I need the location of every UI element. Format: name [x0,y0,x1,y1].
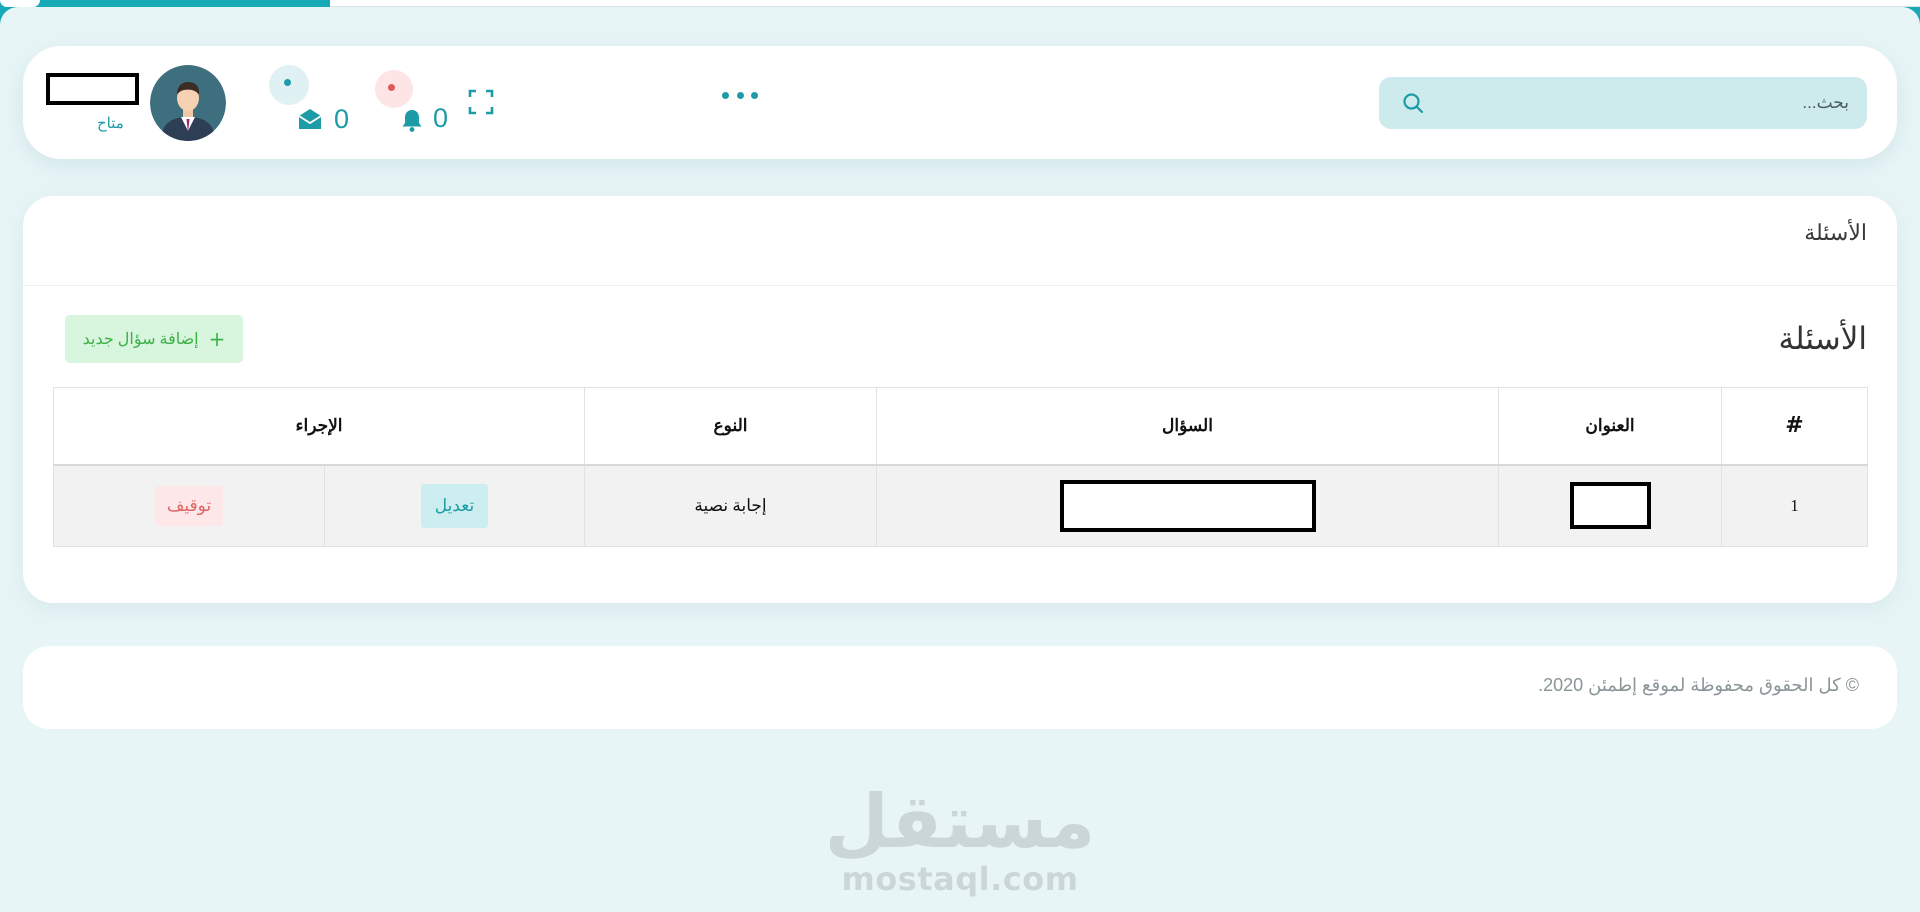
corner-decoration [0,0,40,7]
breadcrumb: الأسئلة [1804,220,1867,245]
browser-top-strip [330,0,1920,7]
cell-title [1498,464,1722,547]
cell-type: إجابة نصية [584,464,877,547]
app-frame: 0 0 متاح الأسئلة [0,7,1920,912]
avatar-image [150,65,226,141]
cell-edit: تعديل [324,464,585,547]
messages-count: 0 [334,104,350,134]
question-redacted [1059,479,1316,532]
footer: © كل الحقوق محفوظة لموقع إطمئن 2020. [23,646,1897,729]
title-redacted [1569,482,1651,530]
watermark-arabic: مستقل [824,779,1096,865]
page-title: الأسئلة [1778,321,1867,356]
search-box [1379,77,1867,129]
search-icon[interactable] [1401,91,1425,115]
more-icon[interactable] [716,84,764,106]
questions-table: # العنوان السؤال النوع الإجراء 1 إجابة ن… [53,387,1868,547]
top-header: 0 0 متاح [23,46,1897,159]
cell-stop: توقيف [53,464,325,547]
avatar[interactable] [150,65,226,141]
notifications-button[interactable]: 0 [349,65,454,133]
user-status: متاح [97,116,124,132]
mail-icon [298,109,322,129]
cell-question [876,464,1499,547]
plus-icon: + [208,327,226,351]
add-question-button[interactable]: + إضافة سؤال جديد [65,315,243,363]
notifications-count: 0 [433,103,449,133]
stop-button[interactable]: توقيف [154,485,224,526]
watermark-latin: mostaql.com [841,860,1079,898]
search-input[interactable] [1429,77,1849,129]
questions-card: الأسئلة الأسئلة + إضافة سؤال جديد # العن… [23,196,1897,603]
table-row: 1 إجابة نصية تعديل توقيف [53,464,1868,547]
divider [23,285,1897,286]
messages-button[interactable]: 0 [245,60,355,134]
copyright-text: © كل الحقوق محفوظة لموقع إطمئن 2020. [1538,675,1859,695]
fullscreen-icon[interactable] [468,89,494,115]
messages-dot [284,79,291,86]
mostaql-watermark: مستقل mostaql.com [820,782,1100,902]
cell-index: 1 [1721,464,1868,547]
edit-button[interactable]: تعديل [420,483,489,528]
column-header-type: النوع [584,387,877,466]
add-question-label: إضافة سؤال جديد [82,331,199,348]
column-header-action: الإجراء [53,387,585,466]
table-header-row: # العنوان السؤال النوع الإجراء [53,387,1868,466]
column-header-index: # [1721,387,1868,466]
column-header-title: العنوان [1498,387,1722,466]
column-header-question: السؤال [876,387,1499,466]
username-redacted[interactable] [46,73,139,105]
bell-icon [402,110,422,132]
notification-dot [388,84,395,91]
